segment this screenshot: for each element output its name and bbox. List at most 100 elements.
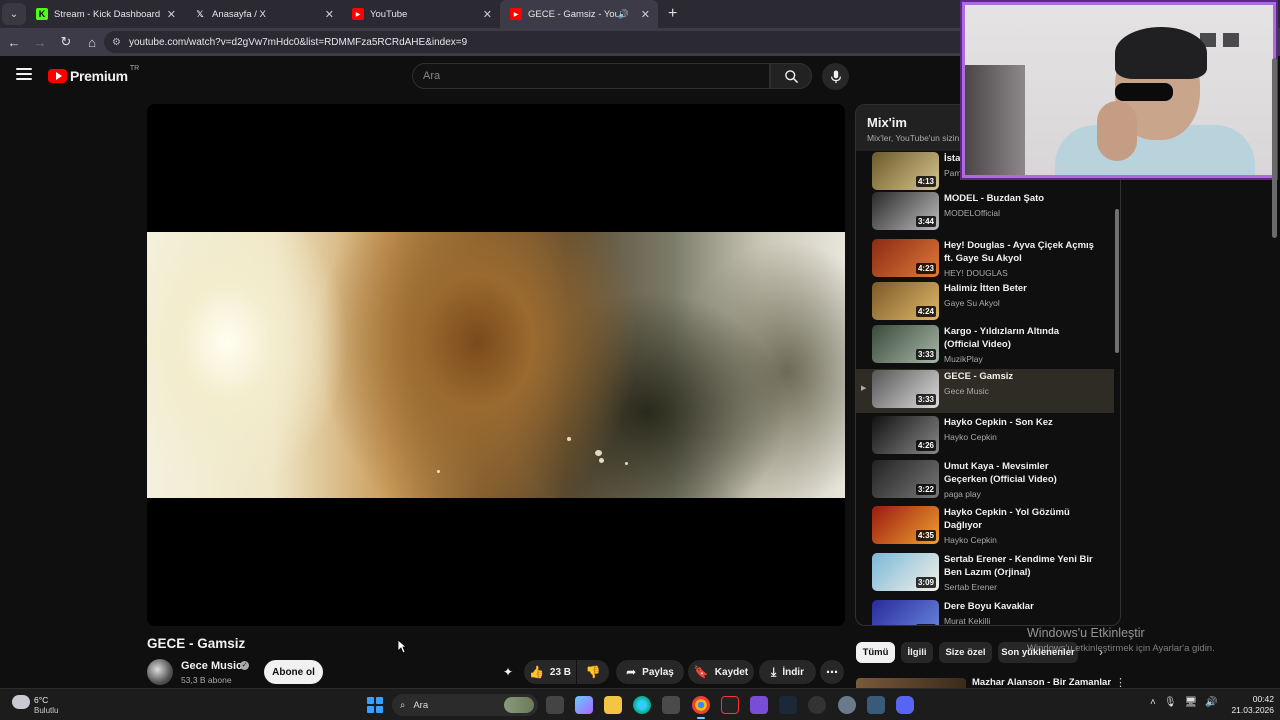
site-info-icon[interactable]: ⚙	[112, 37, 121, 48]
channel-avatar[interactable]	[147, 659, 173, 685]
settings-icon[interactable]	[838, 696, 856, 714]
chip-for-you[interactable]: Size özel	[939, 642, 992, 663]
playlist-item[interactable]: 4:23 Hey! Douglas - Ayva Çiçek Açmış ft. …	[856, 238, 1114, 282]
video-player[interactable]	[147, 104, 845, 626]
video-frame	[147, 232, 845, 498]
playlist-item-channel: Gece Music	[944, 386, 989, 396]
weather-description[interactable]: Bulutlu	[34, 706, 58, 715]
playlist-item-thumbnail[interactable]: 3:09	[872, 553, 939, 591]
edge-icon[interactable]	[633, 696, 651, 714]
microphone-icon[interactable]: 🎙	[1164, 697, 1177, 708]
cloud-icon[interactable]	[12, 695, 30, 709]
playlist-item-title[interactable]: Sertab Erener - Kendime Yeni Bir Ben Laz…	[944, 553, 1094, 579]
like-button[interactable]: 👍 23 B	[524, 660, 576, 684]
playlist-item[interactable]: 4:24 Halimiz İtten Beter Gaye Su Akyol	[856, 281, 1114, 325]
back-button[interactable]: ←	[2, 30, 26, 54]
forward-button[interactable]: →	[28, 30, 52, 54]
playlist-item[interactable]: 3:33 Kargo - Yıldızların Altında (Officia…	[856, 324, 1114, 368]
copilot-icon[interactable]	[575, 696, 593, 714]
menu-icon[interactable]	[16, 68, 32, 82]
playlist-item-channel: Hayko Cepkin	[944, 432, 997, 442]
volume-icon[interactable]: 🔊	[1205, 697, 1217, 708]
playlist-item-title[interactable]: Hayko Cepkin - Son Kez	[944, 416, 1094, 429]
playlist-item[interactable]: 3:44 MODEL - Buzdan Şato MODELOfficial	[856, 191, 1114, 235]
tab-search-menu-button[interactable]: ⌄	[2, 3, 26, 25]
obs-app-icon[interactable]	[721, 696, 739, 714]
playlist-item-thumbnail[interactable]: 4:13	[872, 152, 939, 190]
address-bar[interactable]: ⚙ youtube.com/watch?v=d2gVw7mHdc0&list=R…	[104, 31, 984, 53]
windows-start-button[interactable]	[367, 697, 383, 713]
home-button[interactable]: ⌂	[80, 30, 104, 54]
chrome-icon[interactable]	[692, 696, 710, 719]
browser-tab-x[interactable]: 𝕏 Anasayfa / X ✕	[184, 0, 342, 28]
close-icon[interactable]: ✕	[483, 8, 492, 21]
app-icon[interactable]	[750, 696, 768, 714]
page-scrollbar[interactable]	[1272, 58, 1277, 238]
chip-all[interactable]: Tümü	[856, 642, 895, 663]
playlist-item-title[interactable]: Hey! Douglas - Ayva Çiçek Açmış ft. Gaye…	[944, 239, 1094, 265]
reload-button[interactable]: ↻	[54, 30, 78, 54]
playlist-item-title[interactable]: Kargo - Yıldızların Altında (Official Vi…	[944, 325, 1094, 351]
playlist-item[interactable]: ▶ 3:33 GECE - Gamsiz Gece Music	[856, 369, 1114, 413]
channel-name[interactable]: Gece Music	[181, 660, 242, 672]
playlist-item-thumbnail[interactable]: 4:24	[872, 282, 939, 320]
playlist-item[interactable]: 3:09 Sertab Erener - Kendime Yeni Bir Ben…	[856, 552, 1114, 596]
chevron-up-icon[interactable]: ˄	[1150, 697, 1156, 708]
weather-temperature[interactable]: 6°C	[34, 695, 48, 705]
playlist-item-title[interactable]: Hayko Cepkin - Yol Gözümü Dağlıyor	[944, 506, 1094, 532]
speaker-icon[interactable]: 🔊	[618, 9, 629, 20]
taskbar-search-box[interactable]: ⌕ Ara	[392, 694, 538, 716]
obs-icon[interactable]	[808, 696, 826, 714]
app-icon[interactable]	[867, 696, 885, 714]
download-label: İndir	[782, 666, 804, 678]
browser-tab-kick[interactable]: K Stream - Kick Dashboard ✕	[26, 0, 184, 28]
playlist-item-thumbnail[interactable]: 4:35	[872, 506, 939, 544]
store-icon[interactable]	[662, 696, 680, 714]
playlist-item[interactable]: 4:35 Hayko Cepkin - Yol Gözümü Dağlıyor Ha…	[856, 505, 1114, 549]
close-icon[interactable]: ✕	[167, 8, 176, 21]
network-icon[interactable]: 🖥	[1185, 697, 1198, 708]
steam-icon[interactable]	[779, 696, 797, 714]
dislike-button[interactable]: 👎	[577, 660, 609, 684]
ai-sparkle-button[interactable]: ✦	[498, 660, 518, 684]
playlist-item-title[interactable]: Umut Kaya - Mevsimler Geçerken (Official…	[944, 460, 1094, 486]
youtube-premium-logo[interactable]: Premium TR	[48, 65, 139, 84]
close-icon[interactable]: ✕	[325, 8, 334, 21]
browser-tab-youtube[interactable]: ▶ YouTube ✕	[342, 0, 500, 28]
download-icon: ⤓	[771, 664, 777, 679]
playlist-item-thumbnail[interactable]: 4:23	[872, 239, 939, 277]
voice-search-button[interactable]	[822, 63, 849, 90]
search-input[interactable]: Ara	[412, 63, 770, 89]
playlist-item-thumbnail[interactable]: 3:22	[872, 460, 939, 498]
task-view-icon[interactable]	[546, 696, 564, 714]
playlist-item[interactable]: 4:26 Hayko Cepkin - Son Kez Hayko Cepkin	[856, 415, 1114, 459]
share-button[interactable]: ➦ Paylaş	[616, 660, 684, 684]
search-button[interactable]	[770, 63, 812, 89]
playlist-item-channel: MODELOfficial	[944, 208, 1001, 218]
file-explorer-icon[interactable]	[604, 696, 622, 714]
discord-icon[interactable]	[896, 696, 914, 714]
clock[interactable]: 00:42 21.03.2026	[1226, 694, 1274, 716]
chip-related[interactable]: İlgili	[901, 642, 933, 663]
bookmark-icon: 🔖	[693, 665, 709, 679]
recommendation-title[interactable]: Mazhar Alanson - Bir Zamanlar	[972, 677, 1111, 688]
subscribe-button[interactable]: Abone ol	[264, 660, 323, 684]
playlist-item-thumbnail[interactable]: 3:44	[872, 192, 939, 230]
playlist-item-title[interactable]: Halimiz İtten Beter	[944, 282, 1094, 295]
playlist-item-thumbnail[interactable]: 4:26	[872, 416, 939, 454]
playlist-item-thumbnail[interactable]: 3:33	[872, 370, 939, 408]
more-actions-button[interactable]: ⋯	[820, 660, 844, 684]
playlist-scrollbar[interactable]	[1115, 209, 1119, 353]
playlist-item-title[interactable]: Dere Boyu Kavaklar	[944, 600, 1094, 613]
playlist-item[interactable]: 5:07 Dere Boyu Kavaklar Murat Kekilli	[856, 599, 1114, 625]
playlist-item-title[interactable]: MODEL - Buzdan Şato	[944, 192, 1094, 205]
playlist-item-thumbnail[interactable]: 3:33	[872, 325, 939, 363]
close-icon[interactable]: ✕	[641, 8, 650, 21]
playlist-item-thumbnail[interactable]: 5:07	[872, 600, 939, 625]
new-tab-button[interactable]: +	[668, 5, 677, 23]
playlist-item[interactable]: 3:22 Umut Kaya - Mevsimler Geçerken (Offi…	[856, 459, 1114, 503]
save-button[interactable]: 🔖 Kaydet	[688, 660, 754, 684]
download-button[interactable]: ⤓ İndir	[759, 660, 816, 684]
browser-tab-gece[interactable]: ▶ GECE - Gamsiz - YouTube 🔊 ✕	[500, 0, 658, 28]
playlist-item-title[interactable]: GECE - Gamsiz	[944, 370, 1094, 383]
